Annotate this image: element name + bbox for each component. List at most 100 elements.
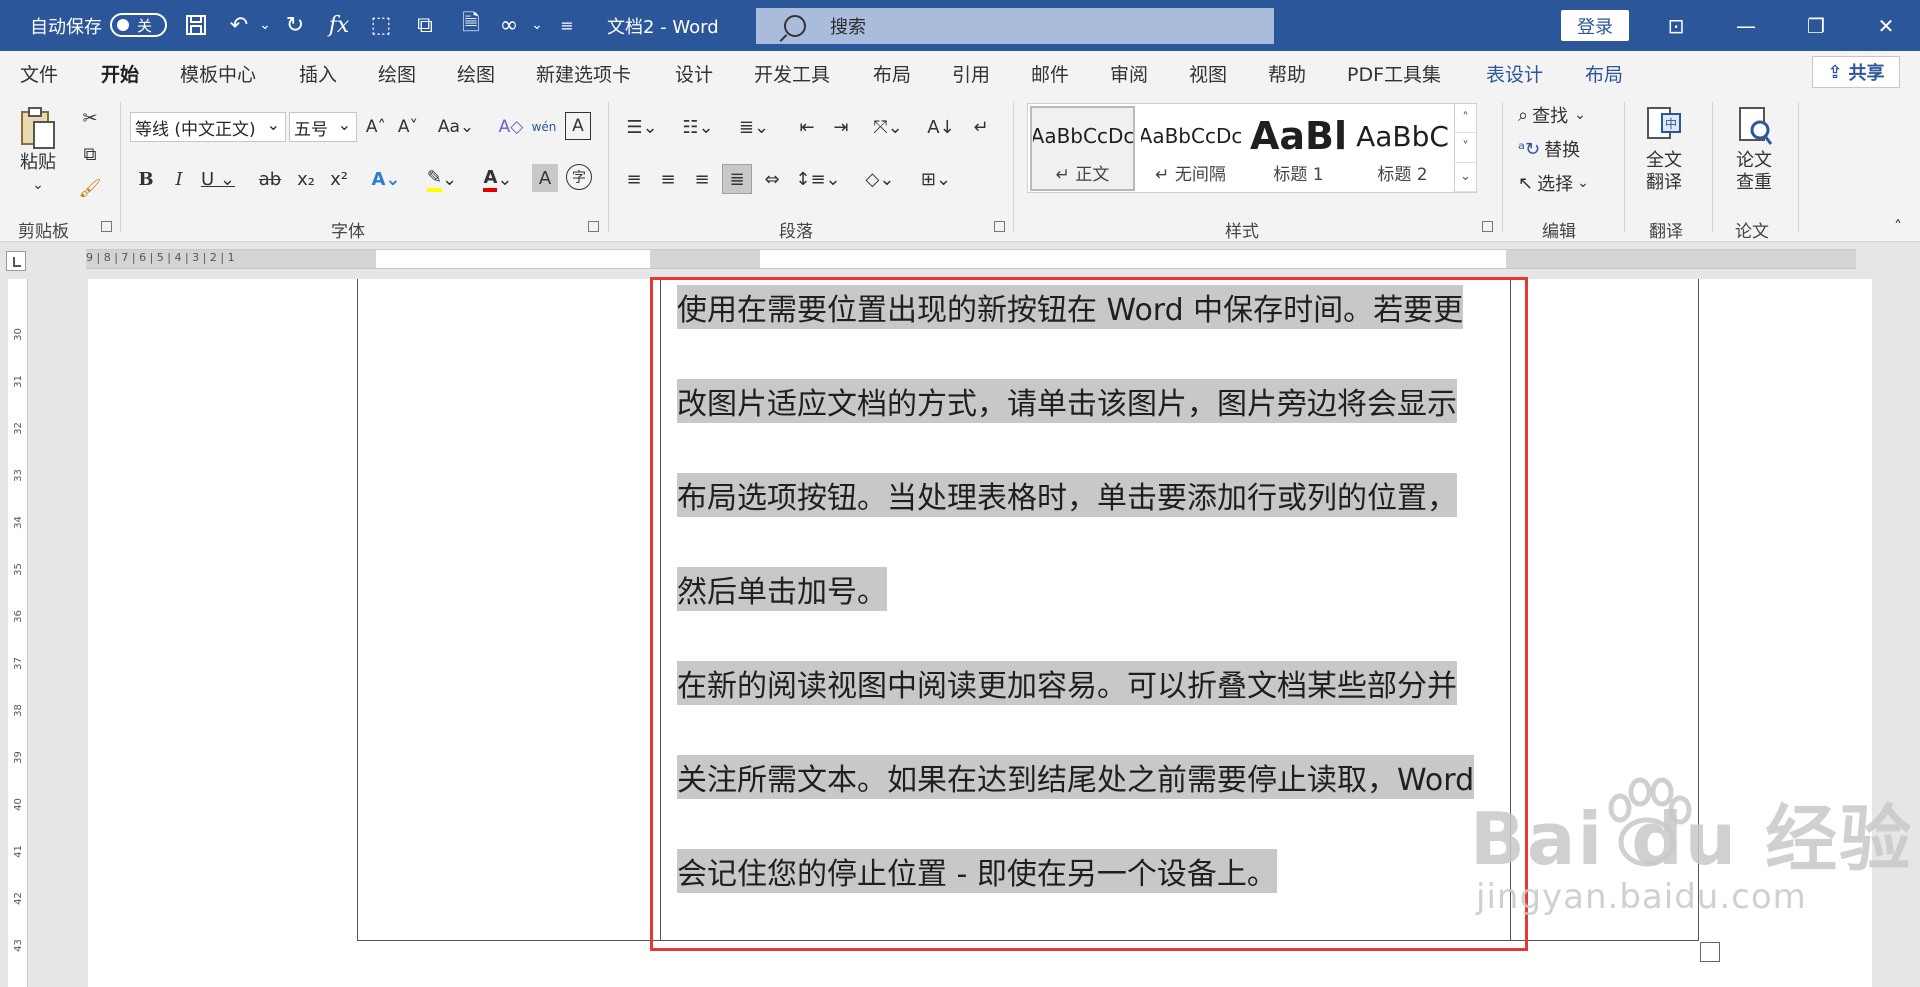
tab-review[interactable]: 审阅 bbox=[1110, 60, 1148, 87]
cut-icon[interactable]: ✂ bbox=[78, 106, 102, 130]
tab-table-design[interactable]: 表设计 bbox=[1486, 60, 1543, 87]
minimize-icon[interactable]: — bbox=[1712, 0, 1780, 51]
org-chart-icon[interactable]: ⧉ bbox=[410, 10, 440, 40]
align-right-icon[interactable]: ≡ bbox=[688, 164, 716, 194]
multilevel-list-icon[interactable]: ≣⌄ bbox=[732, 112, 776, 142]
gallery-up-icon[interactable]: ˄ bbox=[1455, 104, 1476, 134]
restore-icon[interactable]: ❐ bbox=[1782, 0, 1850, 51]
distributed-icon[interactable]: ⇔ bbox=[758, 164, 786, 194]
undo-dropdown-icon[interactable]: ⌄ bbox=[250, 10, 280, 40]
customize-qat-icon[interactable]: ≡ bbox=[552, 10, 582, 40]
enclose-char-icon[interactable]: 字 bbox=[566, 164, 592, 190]
tab-selector-icon[interactable] bbox=[6, 251, 26, 271]
table-resize-handle[interactable] bbox=[1700, 942, 1720, 962]
font-launcher-icon[interactable] bbox=[588, 221, 599, 232]
gallery-down-icon[interactable]: ˅ bbox=[1455, 133, 1476, 163]
more-dropdown-icon[interactable]: ⌄ bbox=[522, 10, 552, 40]
justify-icon[interactable]: ≣ bbox=[722, 164, 752, 194]
tab-template-center[interactable]: 模板中心 bbox=[180, 60, 256, 87]
tab-draw-2[interactable]: 绘图 bbox=[457, 60, 495, 87]
tab-home[interactable]: 开始 bbox=[101, 60, 140, 95]
underline-icon[interactable]: U ⌄ bbox=[198, 164, 238, 194]
close-icon[interactable]: ✕ bbox=[1852, 0, 1920, 51]
sort-icon[interactable]: A↓ bbox=[926, 112, 956, 142]
collapse-ribbon-icon[interactable]: ˄ bbox=[1888, 216, 1908, 236]
tab-new-tab[interactable]: 新建选项卡 bbox=[536, 60, 631, 87]
style-heading-2[interactable]: AaBbC 标题 2 bbox=[1350, 106, 1455, 191]
shading-icon[interactable]: ◇⌄ bbox=[858, 164, 902, 194]
styles-group-label: 样式 bbox=[1225, 222, 1259, 242]
select-button[interactable]: ↖ 选择 ⌄ bbox=[1518, 168, 1589, 198]
vertical-ruler-number: 30 bbox=[12, 328, 24, 341]
formula-icon[interactable]: fx bbox=[324, 10, 354, 40]
borders-icon[interactable]: ⊞⌄ bbox=[914, 164, 958, 194]
align-center-icon[interactable]: ≡ bbox=[654, 164, 682, 194]
tab-references[interactable]: 引用 bbox=[952, 60, 990, 87]
strikethrough-icon[interactable]: ab bbox=[255, 164, 285, 194]
select-pointer-icon[interactable]: ⬚ bbox=[366, 10, 396, 40]
show-marks-icon[interactable]: ↵ bbox=[966, 112, 996, 142]
tab-view[interactable]: 视图 bbox=[1189, 60, 1227, 87]
line-spacing-icon[interactable]: ↕≡⌄ bbox=[795, 164, 840, 194]
full-translate-button[interactable]: 中 全文 翻译 bbox=[1644, 104, 1684, 194]
ruler-numbers: 9 | 8 | 7 | 6 | 5 | 4 | 3 | 2 | 1 bbox=[86, 251, 235, 264]
char-border-icon[interactable]: A bbox=[565, 112, 591, 140]
replace-button[interactable]: ᵃ↻ 替换 bbox=[1518, 134, 1580, 164]
tab-table-layout[interactable]: 布局 bbox=[1585, 60, 1623, 87]
numbering-icon[interactable]: ☷⌄ bbox=[676, 112, 720, 142]
toggle-knob bbox=[117, 19, 129, 31]
save-icon[interactable] bbox=[181, 10, 211, 40]
grow-font-icon[interactable]: A˄ bbox=[363, 112, 389, 142]
increase-indent-icon[interactable]: ⇥ bbox=[827, 112, 855, 142]
style-heading-1[interactable]: AaBl 标题 1 bbox=[1246, 106, 1351, 191]
login-button[interactable]: 登录 bbox=[1561, 10, 1629, 41]
search-box[interactable]: 搜索 bbox=[756, 8, 1274, 44]
tab-insert[interactable]: 插入 bbox=[299, 60, 337, 87]
tab-file[interactable]: 文件 bbox=[20, 60, 58, 87]
phonetic-guide-icon[interactable]: wén bbox=[530, 112, 558, 142]
clipboard-launcher-icon[interactable] bbox=[101, 221, 112, 232]
tab-developer[interactable]: 开发工具 bbox=[754, 60, 830, 87]
paper-check-button[interactable]: 论文 查重 bbox=[1734, 104, 1774, 194]
superscript-icon[interactable]: x² bbox=[326, 164, 352, 194]
copy-icon[interactable]: ⧉ bbox=[78, 142, 102, 166]
tab-design[interactable]: 设计 bbox=[675, 60, 713, 87]
styles-launcher-icon[interactable] bbox=[1482, 221, 1493, 232]
italic-icon[interactable]: I bbox=[166, 164, 192, 194]
font-size-select[interactable]: 五号 bbox=[289, 112, 357, 142]
subscript-icon[interactable]: x₂ bbox=[293, 164, 319, 194]
text-effects-icon[interactable]: A⌄ bbox=[366, 164, 406, 194]
share-button[interactable]: ⇪ 共享 bbox=[1812, 56, 1900, 88]
paragraph-launcher-icon[interactable] bbox=[994, 221, 1005, 232]
char-shading-icon[interactable]: A bbox=[532, 164, 558, 192]
align-left-icon[interactable]: ≡ bbox=[620, 164, 648, 194]
select-icon: ↖ bbox=[1518, 172, 1534, 194]
tab-mailings[interactable]: 邮件 bbox=[1031, 60, 1069, 87]
redo-icon[interactable]: ↻ bbox=[280, 10, 310, 40]
asian-layout-icon[interactable]: ⤧⌄ bbox=[866, 112, 910, 142]
find-button[interactable]: ⌕ 查找 ⌄ bbox=[1518, 100, 1586, 130]
font-color-icon[interactable]: A ⌄ bbox=[476, 164, 520, 194]
gallery-more-icon[interactable]: ⌄ bbox=[1455, 163, 1476, 192]
bullets-icon[interactable]: ☰⌄ bbox=[620, 112, 664, 142]
document-icon[interactable]: 🗎 bbox=[456, 10, 486, 40]
bold-icon[interactable]: B bbox=[133, 164, 159, 194]
tab-pdf-tools[interactable]: PDF工具集 bbox=[1347, 60, 1441, 87]
vertical-ruler[interactable]: 30 31 32 33 34 35 36 37 38 39 40 41 42 43 bbox=[8, 279, 28, 987]
font-name-select[interactable]: 等线 (中文正文) bbox=[130, 112, 286, 142]
clear-format-icon[interactable]: A◇ bbox=[497, 112, 525, 142]
paste-button[interactable]: 粘贴 ⌄ bbox=[18, 106, 58, 196]
shrink-font-icon[interactable]: A˅ bbox=[395, 112, 421, 142]
ribbon-display-icon[interactable]: ⊡ bbox=[1642, 0, 1710, 51]
highlight-color-icon[interactable]: ✎ ⌄ bbox=[420, 164, 464, 194]
infinity-icon[interactable]: ∞ bbox=[494, 10, 524, 40]
style-normal[interactable]: AaBbCcDc ↵ 正文 bbox=[1030, 106, 1135, 191]
format-painter-icon[interactable]: 🖌 bbox=[78, 176, 102, 200]
change-case-icon[interactable]: Aa⌄ bbox=[434, 112, 478, 142]
decrease-indent-icon[interactable]: ⇤ bbox=[793, 112, 821, 142]
tab-help[interactable]: 帮助 bbox=[1268, 60, 1306, 87]
style-no-spacing[interactable]: AaBbCcDc ↵ 无间隔 bbox=[1138, 106, 1243, 191]
autosave-toggle[interactable]: 关 bbox=[110, 13, 167, 37]
tab-draw[interactable]: 绘图 bbox=[378, 60, 416, 87]
tab-layout[interactable]: 布局 bbox=[873, 60, 911, 87]
